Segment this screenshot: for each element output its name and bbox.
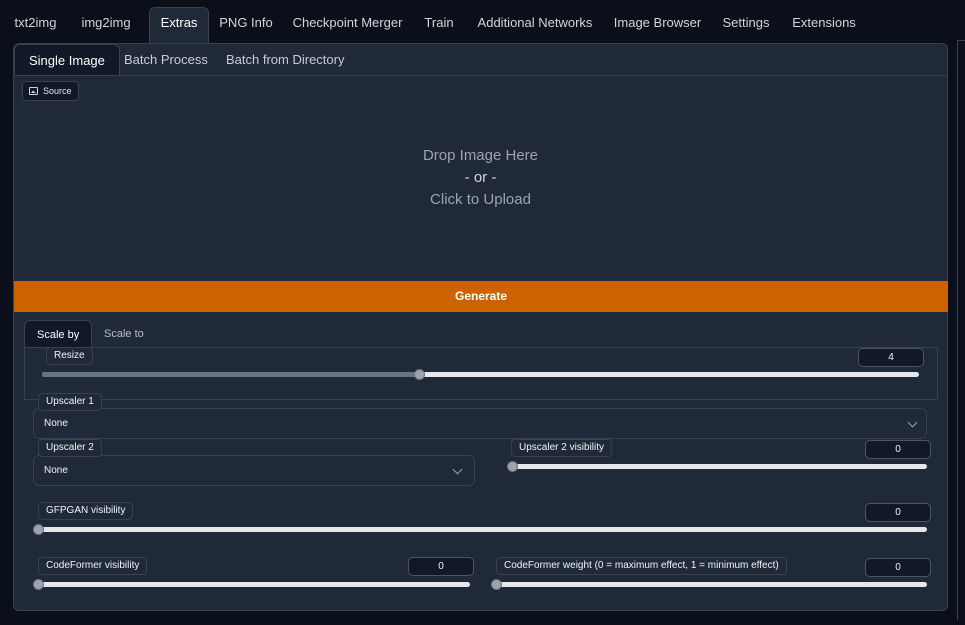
resize-label: Resize (46, 347, 93, 365)
resize-slider-fill (42, 372, 419, 377)
upscaler2-visibility-slider[interactable] (507, 461, 927, 472)
codeformer-visibility-label: CodeFormer visibility (38, 557, 148, 575)
tab-extras[interactable]: Extras (149, 7, 209, 43)
resize-slider[interactable] (42, 369, 919, 380)
upscaler2-label: Upscaler 2 (38, 439, 102, 457)
resize-slider-thumb[interactable] (414, 369, 425, 380)
resize-input[interactable]: 4 (858, 348, 924, 367)
gfpgan-label: GFPGAN visibility (38, 502, 134, 520)
upscaler1-value: None (44, 418, 68, 429)
gfpgan-slider-thumb[interactable] (33, 524, 44, 535)
codeformer-weight-input[interactable]: 0 (865, 558, 931, 577)
gfpgan-input[interactable]: 0 (865, 503, 931, 522)
tab-image-browser[interactable]: Image Browser (610, 8, 705, 38)
tab-scale-to[interactable]: Scale to (104, 320, 144, 349)
source-label-text: Source (43, 86, 72, 96)
chevron-down-icon (452, 464, 463, 475)
image-drop-zone[interactable]: Source Drop Image Here - or - Click to U… (14, 75, 947, 281)
tab-settings[interactable]: Settings (718, 8, 774, 38)
tab-png-info[interactable]: PNG Info (216, 8, 276, 38)
drop-text-upload: Click to Upload (430, 191, 531, 208)
codeformer-weight-thumb[interactable] (491, 579, 502, 590)
upscaler1-label: Upscaler 1 (38, 393, 102, 411)
tab-scale-by[interactable]: Scale by (24, 320, 93, 349)
upscaler2-visibility-input[interactable]: 0 (865, 440, 931, 459)
tab-extensions[interactable]: Extensions (788, 8, 860, 38)
upscaler2-visibility-thumb[interactable] (507, 461, 518, 472)
tab-batch-from-directory[interactable]: Batch from Directory (226, 44, 344, 75)
top-tab-bar: txt2img img2img Extras PNG Info Checkpoi… (0, 0, 965, 44)
upscaler1-select[interactable]: None (33, 408, 927, 439)
codeformer-weight-slider[interactable] (491, 579, 927, 590)
upscaler2-visibility-label: Upscaler 2 visibility (511, 439, 613, 457)
gfpgan-slider[interactable] (33, 524, 927, 535)
tab-checkpoint-merger[interactable]: Checkpoint Merger (290, 8, 405, 38)
drop-text-line1: Drop Image Here (422, 147, 539, 164)
generate-button[interactable]: Generate (14, 281, 948, 312)
tab-img2img[interactable]: img2img (76, 8, 136, 38)
codeformer-visibility-slider[interactable] (33, 579, 470, 590)
source-label: Source (22, 81, 79, 101)
upscaler2-select[interactable]: None (33, 455, 475, 486)
codeformer-visibility-thumb[interactable] (33, 579, 44, 590)
tab-single-image[interactable]: Single Image (14, 44, 120, 76)
tab-additional-networks[interactable]: Additional Networks (474, 8, 596, 38)
codeformer-weight-label: CodeFormer weight (0 = maximum effect, 1… (496, 557, 787, 575)
tab-batch-process[interactable]: Batch Process (124, 44, 208, 75)
adjacent-panel-edge (957, 40, 965, 620)
upscaler2-value: None (44, 465, 68, 476)
drop-text-or: - or - (464, 169, 497, 186)
codeformer-visibility-input[interactable]: 0 (408, 557, 474, 576)
tab-train[interactable]: Train (418, 8, 460, 38)
chevron-down-icon (907, 417, 918, 428)
tab-txt2img[interactable]: txt2img (8, 8, 63, 38)
image-icon (29, 87, 38, 95)
